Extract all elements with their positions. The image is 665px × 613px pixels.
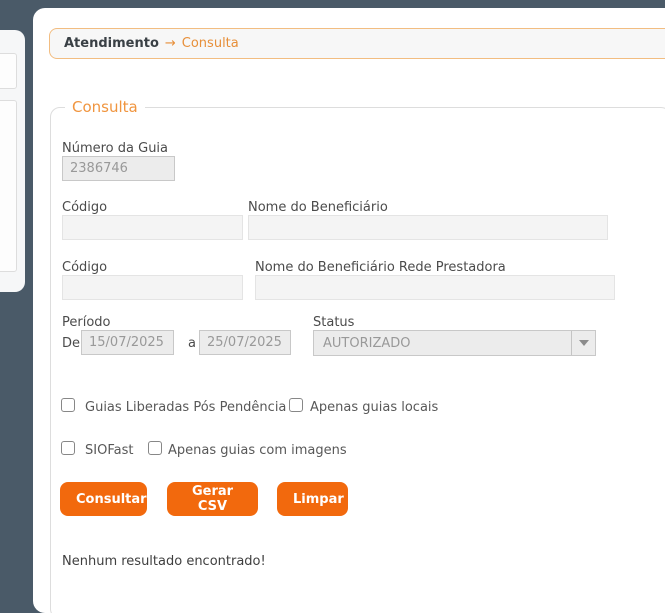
consulta-fieldset: Consulta [50, 98, 665, 613]
background-panel [0, 30, 25, 292]
checkbox-siofast-label[interactable]: SIOFast [85, 443, 133, 458]
background-field [0, 100, 17, 272]
empty-result-message: Nenhum resultado encontrado! [62, 554, 266, 569]
periodo-a-label: a [188, 336, 196, 351]
breadcrumb-arrow-icon: → [164, 36, 176, 51]
status-selected-value: AUTORIZADO [323, 335, 411, 351]
breadcrumb-current: Consulta [181, 36, 239, 51]
numero-guia-input[interactable] [62, 156, 175, 181]
background-field [0, 53, 17, 89]
breadcrumb-section[interactable]: Atendimento [64, 36, 159, 51]
checkbox-guias-liberadas-label[interactable]: Guias Liberadas Pós Pendência [85, 400, 286, 415]
periodo-de-label: De [62, 336, 81, 351]
checkbox-apenas-imagens[interactable] [148, 441, 162, 455]
periodo-a-input[interactable] [199, 330, 291, 355]
codigo-rede-input[interactable] [62, 275, 243, 300]
nome-beneficiario-label: Nome do Beneficiário [248, 200, 388, 215]
numero-guia-label: Número da Guia [62, 141, 169, 156]
chevron-down-icon[interactable] [571, 331, 595, 355]
checkbox-guias-liberadas[interactable] [61, 398, 75, 412]
gerar-csv-button[interactable]: Gerar CSV [167, 482, 258, 516]
fieldset-legend: Consulta [65, 98, 145, 116]
breadcrumb: Atendimento → Consulta [49, 28, 665, 59]
checkbox-apenas-locais-label[interactable]: Apenas guias locais [310, 400, 438, 415]
nome-rede-input[interactable] [255, 275, 615, 300]
page: Atendimento → Consulta Consulta Número d… [0, 0, 665, 613]
status-label: Status [313, 315, 355, 330]
checkbox-siofast[interactable] [61, 441, 75, 455]
periodo-de-input[interactable] [81, 330, 174, 355]
periodo-label: Período [62, 315, 111, 330]
nome-beneficiario-input[interactable] [248, 215, 608, 240]
top-chrome-strip [0, 0, 665, 8]
checkbox-apenas-locais[interactable] [289, 398, 303, 412]
status-select[interactable]: AUTORIZADO [313, 330, 596, 356]
nome-rede-label: Nome do Beneficiário Rede Prestadora [255, 260, 506, 275]
codigo-beneficiario-input[interactable] [62, 215, 243, 240]
checkbox-apenas-imagens-label[interactable]: Apenas guias com imagens [168, 443, 347, 458]
consultar-button[interactable]: Consultar [60, 482, 147, 516]
limpar-button[interactable]: Limpar [277, 482, 348, 516]
codigo-rede-label: Código [62, 260, 108, 275]
codigo-beneficiario-label: Código [62, 200, 108, 215]
